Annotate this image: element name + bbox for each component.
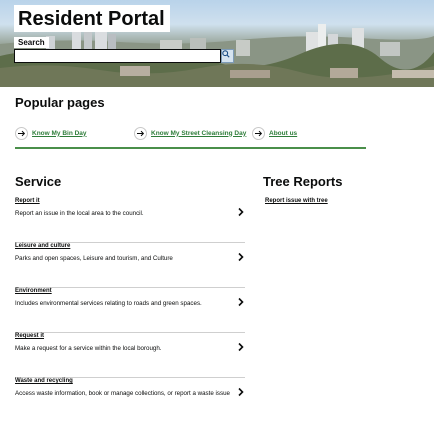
section-divider — [15, 147, 366, 149]
popular-link-label: Know My Street Cleansing Day — [151, 129, 247, 137]
service-item-description: Parks and open spaces, Leisure and touri… — [15, 255, 173, 262]
service-item-title[interactable]: Environment — [15, 288, 52, 294]
chevron-right-icon — [238, 342, 244, 352]
search-icon — [222, 50, 230, 58]
chevron-right-icon — [238, 387, 244, 397]
arrow-right-icon — [252, 126, 265, 140]
popular-link-label: Know My Bin Day — [32, 129, 87, 137]
report-tree-issue-link[interactable]: Report issue with tree — [265, 198, 328, 204]
arrow-right-icon — [134, 126, 147, 140]
search-input[interactable] — [15, 54, 220, 67]
service-item-waste-and-recycling[interactable]: Waste and recycling Access waste informa… — [15, 378, 245, 422]
service-item-title[interactable]: Request it — [15, 333, 44, 339]
service-item-report-it[interactable]: Report it Report an issue in the local a… — [15, 198, 245, 243]
service-heading: Service — [15, 174, 62, 189]
hero-banner: Resident Portal Search — [0, 0, 434, 87]
service-item-environment[interactable]: Environment Includes environmental servi… — [15, 288, 245, 333]
popular-link-bin-day[interactable]: Know My Bin Day — [15, 126, 87, 140]
service-item-description: Make a request for a service within the … — [15, 345, 162, 352]
search-label: Search — [14, 37, 49, 48]
tree-reports-heading: Tree Reports — [263, 174, 343, 189]
popular-pages-heading: Popular pages — [15, 95, 105, 110]
service-item-description: Access waste information, book or manage… — [15, 390, 230, 397]
service-item-title[interactable]: Leisure and culture — [15, 243, 70, 249]
chevron-right-icon — [238, 297, 244, 307]
search-field[interactable] — [14, 49, 221, 67]
chevron-right-icon — [238, 207, 244, 217]
popular-link-label: About us — [269, 129, 298, 137]
service-item-description: Includes environmental services relating… — [15, 300, 202, 307]
service-item-request-it[interactable]: Request it Make a request for a service … — [15, 333, 245, 378]
service-item-leisure-and-culture[interactable]: Leisure and culture Parks and open space… — [15, 243, 245, 288]
service-item-description: Report an issue in the local area to the… — [15, 210, 144, 217]
service-item-title[interactable]: Waste and recycling — [15, 378, 73, 384]
search-button[interactable] — [221, 49, 234, 63]
arrow-right-icon — [15, 126, 28, 140]
service-item-title[interactable]: Report it — [15, 198, 40, 204]
popular-link-about-us[interactable]: About us — [252, 126, 297, 140]
chevron-right-icon — [238, 252, 244, 262]
site-title: Resident Portal — [14, 5, 170, 32]
popular-link-street-cleansing[interactable]: Know My Street Cleansing Day — [134, 126, 246, 140]
